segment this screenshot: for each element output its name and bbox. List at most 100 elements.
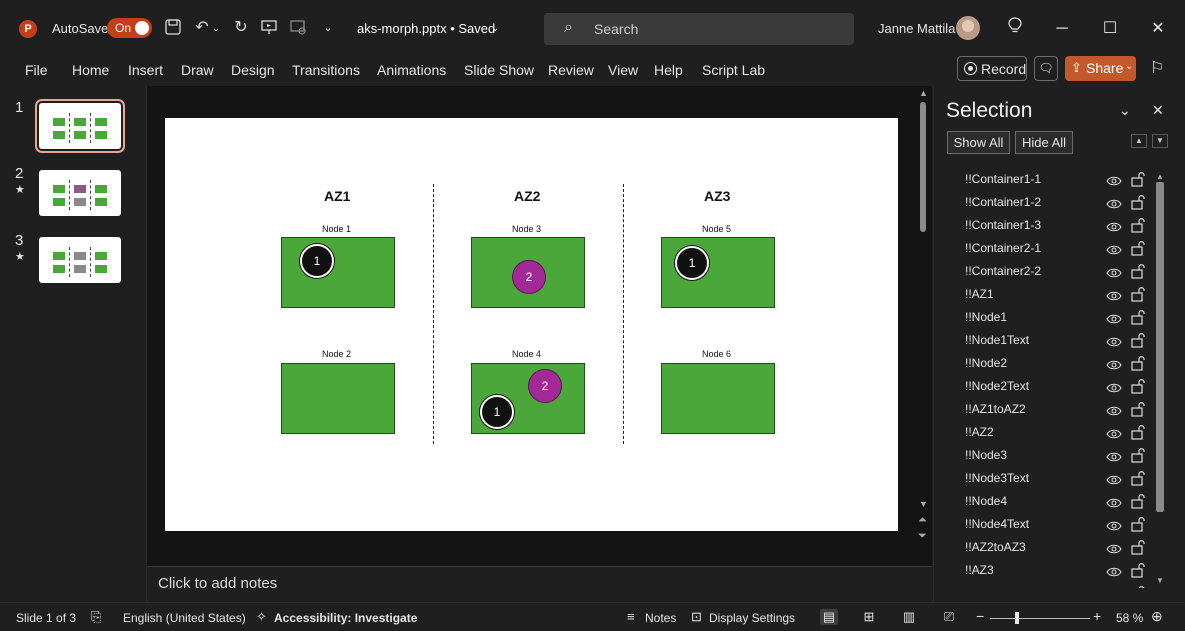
eye-icon[interactable] xyxy=(1106,243,1122,255)
undo-icon[interactable]: ↶ xyxy=(192,18,212,38)
zoom-level[interactable]: 58 % xyxy=(1116,611,1143,625)
pane-scrollbar[interactable]: ▲ ▼ xyxy=(1156,172,1166,585)
notes-pane[interactable]: Click to add notes xyxy=(147,567,932,602)
scroll-down-icon[interactable]: ▼ xyxy=(919,499,928,509)
eye-icon[interactable] xyxy=(1106,174,1122,186)
zoom-out-icon[interactable]: − xyxy=(976,608,984,624)
comments-icon[interactable]: 🗨 xyxy=(1034,56,1058,81)
selection-item-label[interactable]: !!AZ2 xyxy=(965,425,994,439)
show-all-button[interactable]: Show All xyxy=(947,131,1010,154)
normal-view-icon[interactable]: ▤ xyxy=(820,609,838,625)
pod-ball[interactable]: 1 xyxy=(675,246,709,280)
scroll-down-icon[interactable]: ▼ xyxy=(1156,576,1164,585)
slide-canvas[interactable]: AZ1 AZ2 AZ3 Node 1 1 Node 3 2 Node 5 1 N… xyxy=(165,118,898,531)
unlock-icon[interactable] xyxy=(1131,401,1145,417)
tab-transitions[interactable]: Transitions xyxy=(292,62,360,78)
selection-item[interactable]: !!AZ3 xyxy=(934,559,1154,582)
selection-item-label[interactable]: !!Container2-1 xyxy=(965,241,1041,255)
az3-label[interactable]: AZ3 xyxy=(704,188,730,204)
eye-icon[interactable] xyxy=(1106,565,1122,577)
az2-label[interactable]: AZ2 xyxy=(514,188,540,204)
selection-item[interactable]: !!Node3Text xyxy=(934,467,1154,490)
selection-item-label[interactable]: !!Container1-1 xyxy=(965,172,1041,186)
selection-item[interactable]: !!Container1-2 xyxy=(934,191,1154,214)
unlock-icon[interactable] xyxy=(1131,332,1145,348)
screenshot-icon[interactable] xyxy=(288,18,308,38)
selection-item-label[interactable]: !!Node3 xyxy=(965,448,1007,462)
unlock-icon[interactable] xyxy=(1131,562,1145,578)
tab-file[interactable]: File xyxy=(25,62,48,78)
send-backward-icon[interactable]: ▼ xyxy=(1152,134,1168,148)
scrollbar-thumb[interactable] xyxy=(920,102,926,232)
node5-label[interactable]: Node 5 xyxy=(702,224,731,234)
selection-item-label[interactable]: !!Container2-2 xyxy=(965,264,1041,278)
selection-item[interactable]: !!Container2-1 xyxy=(934,237,1154,260)
unlock-icon[interactable] xyxy=(1131,378,1145,394)
az-divider[interactable] xyxy=(433,184,434,444)
selection-item-label[interactable]: !!Node2Text xyxy=(965,379,1029,393)
node3-box[interactable]: 2 xyxy=(471,237,585,308)
eye-icon[interactable] xyxy=(1106,519,1122,531)
minimize-icon[interactable]: ─ xyxy=(1050,17,1074,41)
unlock-icon[interactable] xyxy=(1131,355,1145,371)
maximize-icon[interactable]: ☐ xyxy=(1098,17,1122,41)
eye-icon[interactable] xyxy=(1106,358,1122,370)
node1-label[interactable]: Node 1 xyxy=(322,224,351,234)
selection-item[interactable]: !!AZ1toAZ2 xyxy=(934,398,1154,421)
zoom-slider[interactable] xyxy=(990,618,1090,619)
close-icon[interactable]: ✕ xyxy=(1146,17,1170,41)
selection-item-label[interactable]: !!Container1-3 xyxy=(965,218,1041,232)
unlock-icon[interactable] xyxy=(1131,470,1145,486)
selection-item-label[interactable]: !!AZ1toAZ2 xyxy=(965,402,1026,416)
node4-box[interactable]: 2 1 xyxy=(471,363,585,434)
az-divider[interactable] xyxy=(623,184,624,444)
node3-label[interactable]: Node 3 xyxy=(512,224,541,234)
node2-box[interactable] xyxy=(281,363,395,434)
eye-icon[interactable] xyxy=(1106,381,1122,393)
slide-scrollbar[interactable]: ▲ ▼ ⏶ ⏷ xyxy=(915,86,931,566)
hide-all-button[interactable]: Hide All xyxy=(1015,131,1073,154)
selection-item-label[interactable]: !!Container1-2 xyxy=(965,195,1041,209)
eye-icon[interactable] xyxy=(1106,404,1122,416)
tab-draw[interactable]: Draw xyxy=(181,62,214,78)
selection-item-label[interactable]: !!Node2 xyxy=(965,356,1007,370)
scrollbar-thumb[interactable] xyxy=(1156,182,1164,512)
unlock-icon[interactable] xyxy=(1131,516,1145,532)
coauthoring-icon[interactable]: ⚐ xyxy=(1150,58,1164,78)
close-icon[interactable]: ✕ xyxy=(1152,102,1164,119)
node2-label[interactable]: Node 2 xyxy=(322,349,351,359)
selection-item-label[interactable]: !!AZ2toAZ3 xyxy=(965,540,1026,554)
slide-sorter-icon[interactable]: ⊞ xyxy=(860,609,878,625)
lightbulb-icon[interactable] xyxy=(1003,17,1027,41)
undo-dropdown-icon[interactable]: ⌄ xyxy=(210,18,222,38)
eye-icon[interactable] xyxy=(1106,289,1122,301)
node4-label[interactable]: Node 4 xyxy=(512,349,541,359)
selection-item[interactable]: !!Node5 xyxy=(934,582,1154,588)
record-button[interactable]: Record xyxy=(957,56,1027,81)
tab-view[interactable]: View xyxy=(608,62,638,78)
accessibility-status[interactable]: Accessibility: Investigate xyxy=(274,611,417,625)
selection-item-label[interactable]: !!Node4Text xyxy=(965,517,1029,531)
unlock-icon[interactable] xyxy=(1131,585,1145,588)
pod-ball[interactable]: 1 xyxy=(300,244,334,278)
node6-label[interactable]: Node 6 xyxy=(702,349,731,359)
eye-icon[interactable] xyxy=(1106,496,1122,508)
unlock-icon[interactable] xyxy=(1131,424,1145,440)
notes-placeholder[interactable]: Click to add notes xyxy=(158,575,277,592)
unlock-icon[interactable] xyxy=(1131,240,1145,256)
node1-box[interactable]: 1 xyxy=(281,237,395,308)
eye-icon[interactable] xyxy=(1106,427,1122,439)
fit-to-window-icon[interactable]: ⊕ xyxy=(1151,608,1163,625)
unlock-icon[interactable] xyxy=(1131,263,1145,279)
eye-icon[interactable] xyxy=(1106,335,1122,347)
selection-item[interactable]: !!Container1-1 xyxy=(934,168,1154,191)
selection-item[interactable]: !!Node2Text xyxy=(934,375,1154,398)
selection-item[interactable]: !!Node3 xyxy=(934,444,1154,467)
eye-icon[interactable] xyxy=(1106,312,1122,324)
selection-item-label[interactable]: !!Node3Text xyxy=(965,471,1029,485)
next-slide-icon[interactable]: ⏷ xyxy=(918,530,927,543)
node5-box[interactable]: 1 xyxy=(661,237,775,308)
unlock-icon[interactable] xyxy=(1131,309,1145,325)
eye-icon[interactable] xyxy=(1106,266,1122,278)
selection-item[interactable]: !!Node2 xyxy=(934,352,1154,375)
